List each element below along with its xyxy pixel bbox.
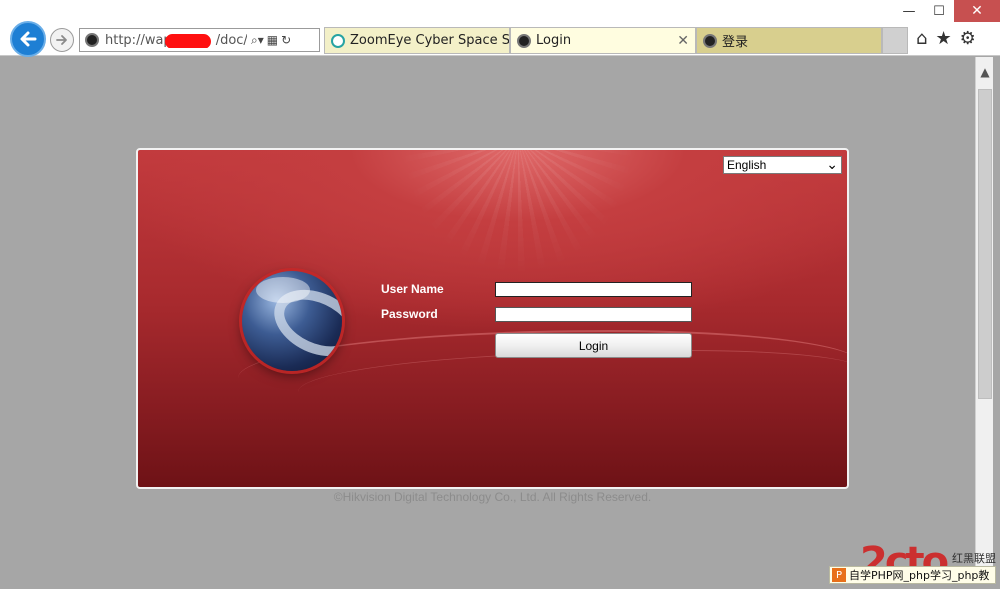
camera-favicon-icon: [703, 33, 717, 48]
compatibility-view-icon[interactable]: ▦: [267, 33, 278, 47]
copyright-text: ©Hikvision Digital Technology Co., Ltd. …: [333, 490, 652, 504]
home-icon[interactable]: ⌂: [916, 28, 927, 49]
hikvision-globe-logo: [242, 271, 342, 371]
url-suffix: /doc/pa: [215, 32, 247, 48]
tab-label: 登录: [722, 35, 749, 50]
globe-shine: [256, 277, 310, 303]
watermark-cn-text: 红黑联盟: [952, 552, 996, 565]
light-rays-decoration: [388, 150, 648, 300]
favorites-star-icon[interactable]: ★: [935, 28, 951, 49]
tab-denglu[interactable]: 登录: [696, 27, 882, 54]
close-window-button[interactable]: ✕: [954, 0, 1000, 22]
vertical-scrollbar[interactable]: ▲: [975, 57, 993, 567]
search-dropdown-icon[interactable]: ⌕▾: [251, 33, 264, 48]
maximize-button[interactable]: ☐: [924, 0, 954, 22]
window-controls: — ☐ ✕: [894, 0, 1000, 24]
language-select[interactable]: English ⌄: [723, 156, 842, 174]
username-label: User Name: [381, 282, 444, 296]
tab-login[interactable]: Login ✕: [510, 27, 696, 54]
address-bar[interactable]: http://wap/doc/pa ⌕▾ ▦ ↻: [79, 28, 320, 52]
watermark-p-icon: P: [832, 568, 846, 582]
watermark-bar-text: 自学PHP网_php学习_php教: [849, 569, 990, 582]
watermark-bar: P 自学PHP网_php学习_php教: [829, 566, 996, 584]
new-tab-button[interactable]: [882, 27, 908, 54]
url-prefix: http://wap: [105, 32, 172, 48]
address-icons: ⌕▾ ▦ ↻: [251, 33, 291, 48]
login-panel: English ⌄ User Name Password Login: [136, 148, 849, 489]
scroll-thumb[interactable]: [978, 89, 992, 399]
tab-zoomeye[interactable]: ZoomEye Cyber Space Se...: [324, 27, 510, 54]
refresh-icon[interactable]: ↻: [281, 33, 291, 47]
arrow-right-icon: [56, 35, 67, 45]
password-label: Password: [381, 307, 438, 321]
password-input[interactable]: [495, 307, 692, 322]
browser-toolbar: http://wap/doc/pa ⌕▾ ▦ ↻ ZoomEye Cyber S…: [0, 21, 1000, 57]
tab-label: Login: [536, 33, 572, 48]
language-selected-value: English: [727, 158, 767, 172]
login-button[interactable]: Login: [495, 333, 692, 358]
forward-button[interactable]: [50, 28, 74, 52]
settings-gear-icon[interactable]: ⚙: [960, 28, 976, 49]
username-input[interactable]: [495, 282, 692, 297]
minimize-button[interactable]: —: [894, 0, 924, 22]
chevron-down-icon: ⌄: [826, 157, 838, 173]
tab-label: ZoomEye Cyber Space Se...: [350, 33, 510, 48]
camera-favicon-icon: [85, 33, 99, 47]
redaction-mark: [165, 33, 211, 48]
back-button[interactable]: [10, 21, 46, 57]
zoomeye-favicon-icon: [331, 33, 345, 48]
scroll-up-arrow-icon[interactable]: ▲: [976, 65, 994, 79]
url-text[interactable]: http://wap/doc/pa: [105, 33, 247, 48]
camera-favicon-icon: [517, 33, 531, 48]
browser-tools: ⌂ ★ ⚙: [916, 28, 976, 49]
arrow-left-icon: [20, 31, 37, 47]
title-bar: — ☐ ✕: [0, 0, 1000, 26]
tab-close-icon[interactable]: ✕: [677, 33, 689, 49]
